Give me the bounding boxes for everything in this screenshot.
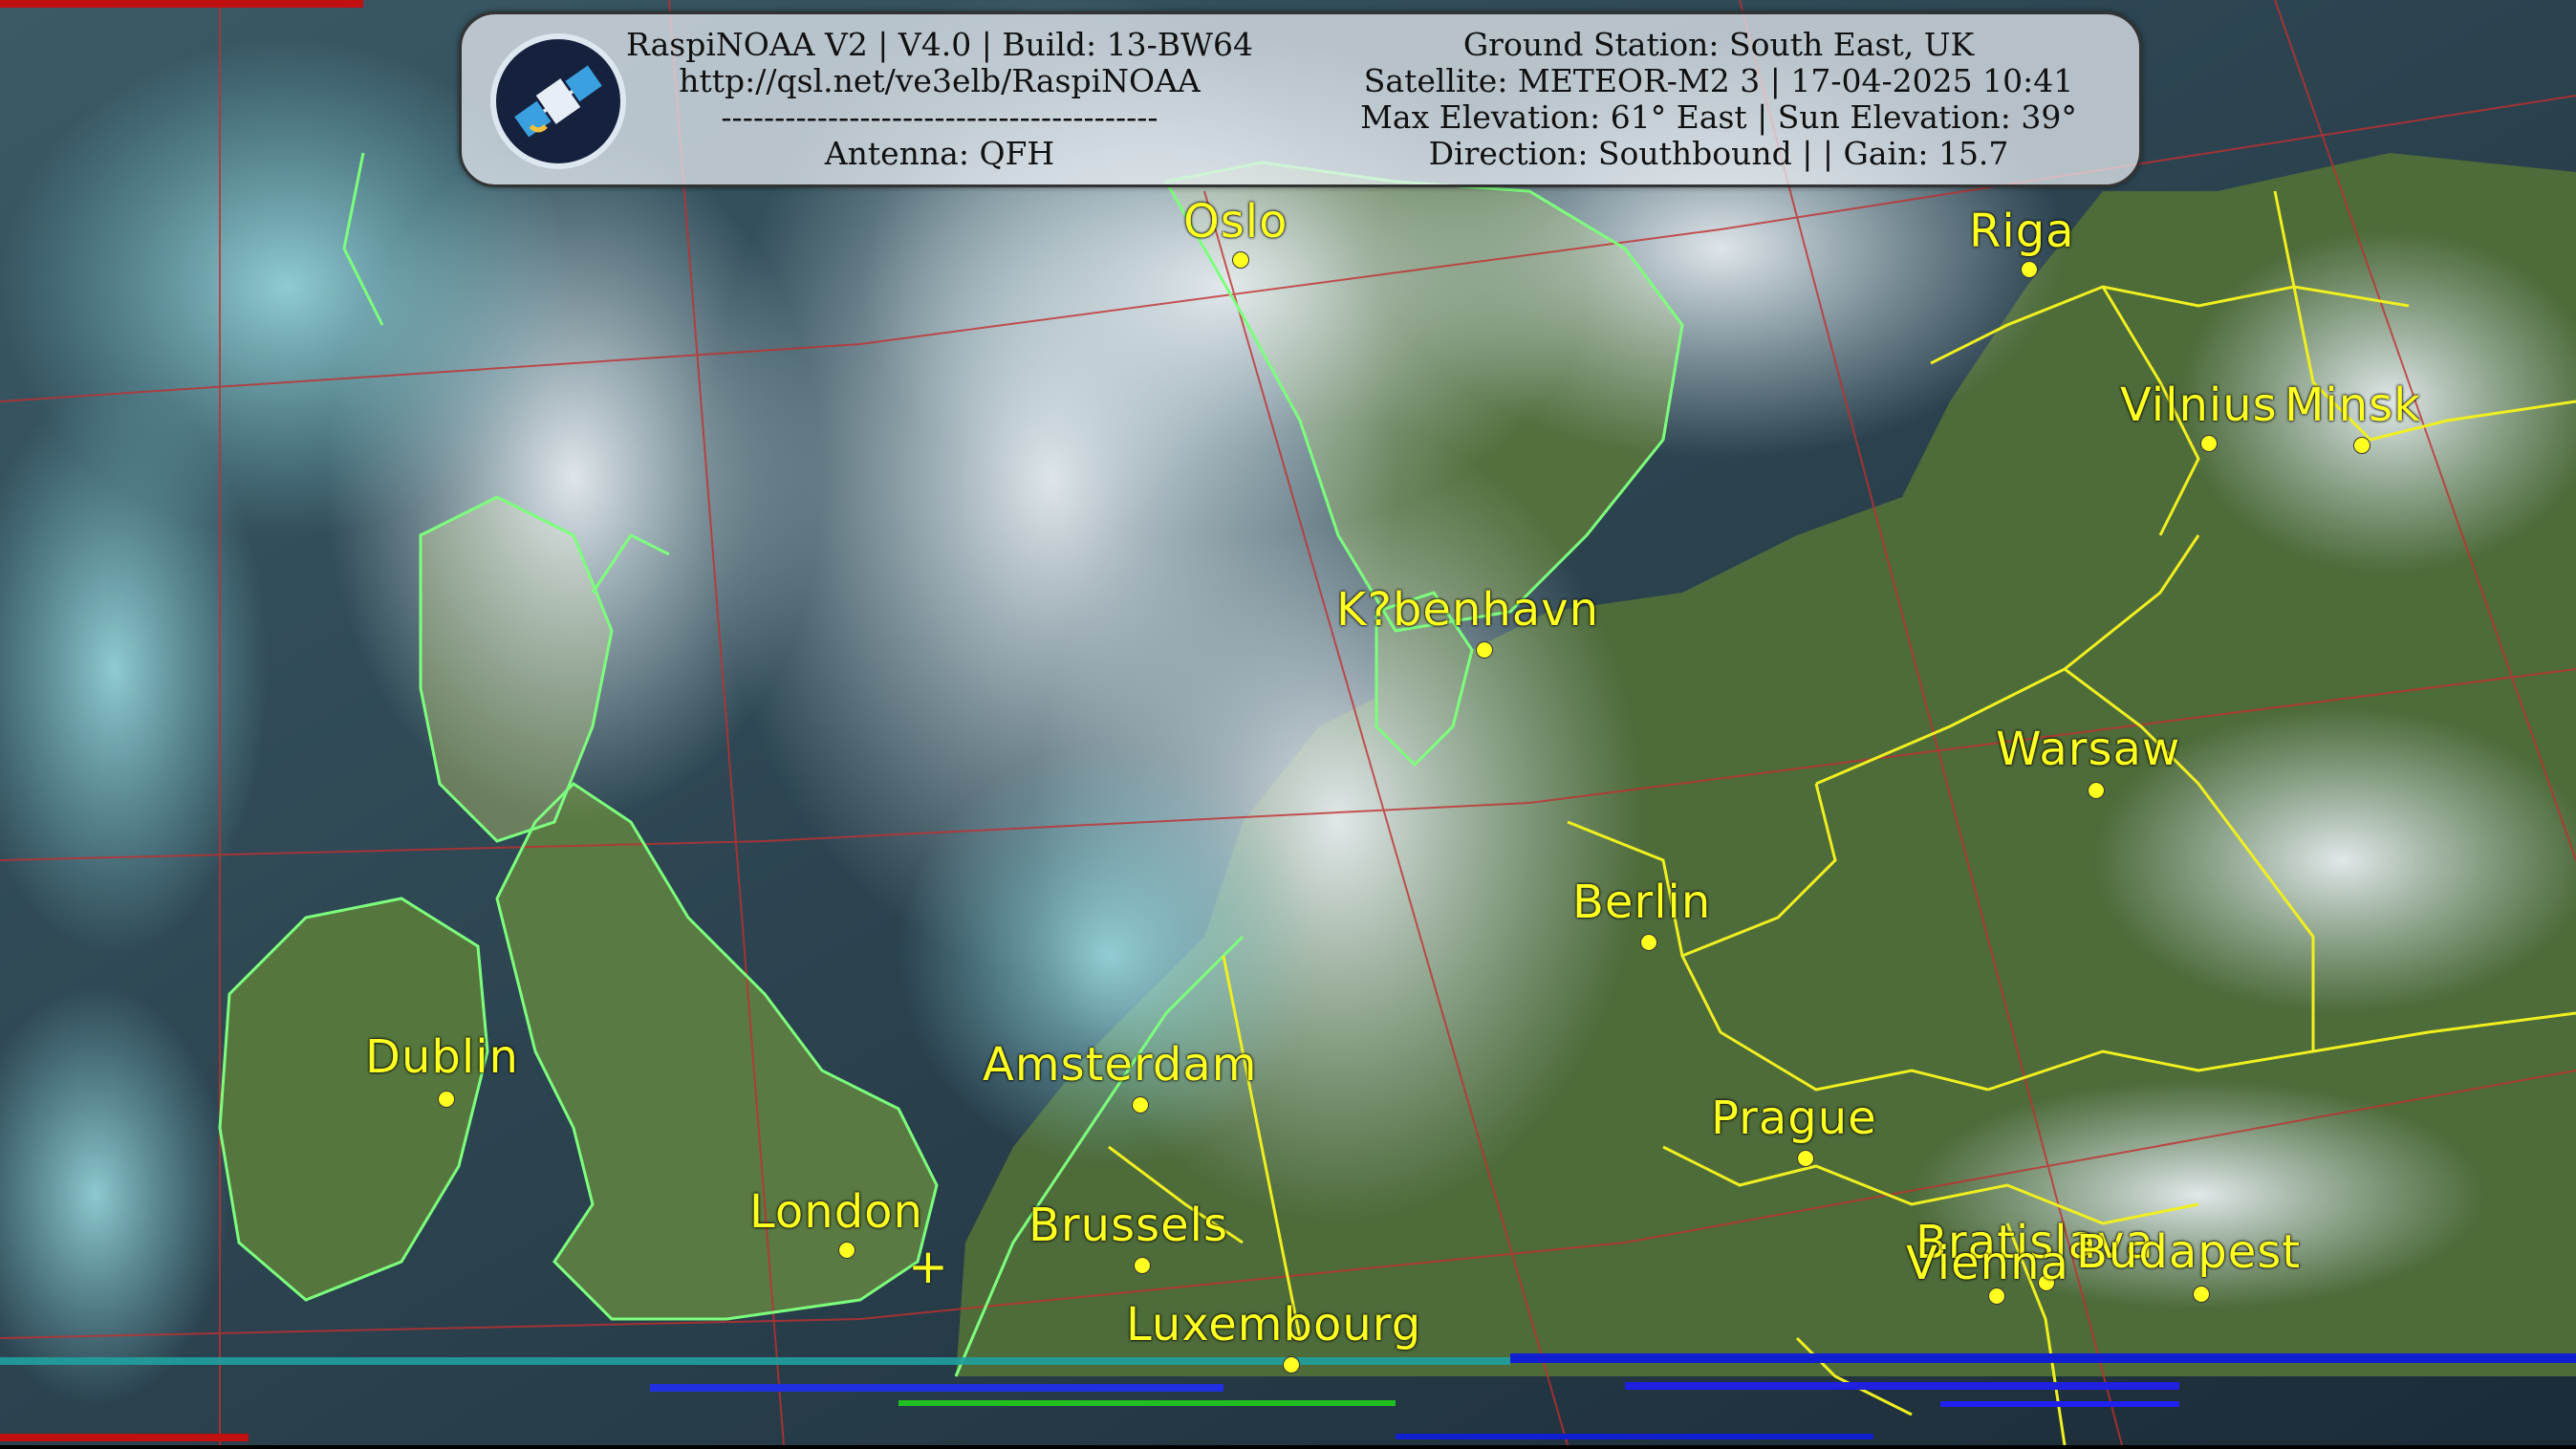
city-dot-luxembourg	[1283, 1356, 1300, 1373]
satellite-pass-info: Satellite: METEOR-M2 3 | 17-04-2025 10:4…	[1363, 62, 2074, 99]
city-dot-vilnius	[2200, 435, 2218, 452]
city-label-london: London	[749, 1185, 923, 1239]
city-label-berlin: Berlin	[1572, 876, 1712, 929]
city-dot-berlin	[1640, 934, 1657, 951]
city-dot-london	[838, 1242, 855, 1259]
city-label-luxembourg: Luxembourg	[1126, 1298, 1422, 1352]
project-url: http://qsl.net/ve3elb/RaspiNOAA	[679, 62, 1201, 99]
direction-gain-info: Direction: Southbound | | Gain: 15.7	[1428, 135, 2009, 172]
city-dot-prague	[1797, 1150, 1814, 1167]
ground-station: Ground Station: South East, UK	[1462, 26, 1975, 63]
separator-line: ----------------------------------------…	[721, 98, 1158, 136]
software-version: RaspiNOAA V2 | V4.0 | Build: 13-BW64	[626, 26, 1253, 63]
city-label-vilnius: Vilnius	[2120, 378, 2278, 432]
city-dot-kobenhavn	[1476, 641, 1493, 659]
satellite-image: RaspiNOAA V2 | V4.0 | Build: 13-BW64 htt…	[0, 0, 2576, 1446]
city-dot-vienna	[1988, 1287, 2005, 1305]
city-dot-minsk	[2353, 437, 2370, 454]
city-label-amsterdam: Amsterdam	[983, 1038, 1258, 1092]
city-dot-budapest	[2193, 1286, 2210, 1303]
city-label-warsaw: Warsaw	[1996, 723, 2181, 776]
city-label-brussels: Brussels	[1028, 1199, 1228, 1252]
city-label-minsk: Minsk	[2284, 378, 2421, 432]
city-label-vienna: Vienna	[1906, 1237, 2069, 1290]
city-dot-riga	[2021, 261, 2038, 278]
city-label-kobenhavn: K?benhavn	[1336, 583, 1600, 637]
city-label-oslo: Oslo	[1183, 195, 1288, 249]
city-label-riga: Riga	[1969, 205, 2075, 258]
city-dot-brussels	[1134, 1257, 1151, 1274]
antenna-info: Antenna: QFH	[824, 135, 1055, 172]
satellite-icon	[490, 33, 626, 169]
ground-station-marker: +	[908, 1239, 948, 1294]
elevation-info: Max Elevation: 61° East | Sun Elevation:…	[1360, 98, 2077, 136]
city-label-dublin: Dublin	[365, 1030, 519, 1084]
city-label-budapest: Budapest	[2076, 1225, 2302, 1279]
capture-info-panel: RaspiNOAA V2 | V4.0 | Build: 13-BW64 htt…	[459, 11, 2142, 187]
city-dot-amsterdam	[1132, 1096, 1149, 1114]
city-label-prague: Prague	[1711, 1092, 1877, 1145]
city-dot-oslo	[1232, 251, 1249, 269]
city-dot-dublin	[438, 1091, 455, 1108]
city-dot-warsaw	[2088, 782, 2105, 799]
